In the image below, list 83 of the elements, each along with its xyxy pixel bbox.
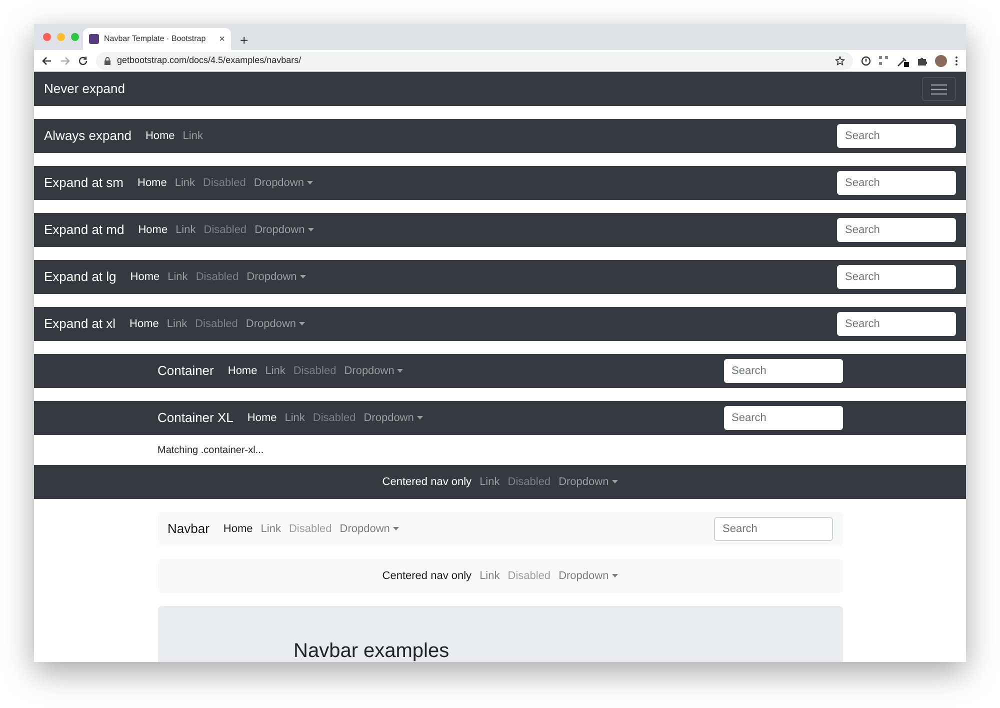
nav-link[interactable]: Link: [182, 128, 203, 144]
search-field[interactable]: Search: [837, 265, 956, 289]
search-field[interactable]: Search: [837, 218, 956, 242]
url-text: getbootstrap.com/docs/4.5/examples/navbars/: [117, 54, 302, 67]
caret-icon: [392, 527, 399, 531]
eyedropper-icon[interactable]: [897, 54, 909, 66]
caret-icon: [299, 322, 306, 326]
navbar-brand[interactable]: Expand at xl: [44, 314, 116, 334]
tab-title: Navbar Template · Bootstrap: [104, 33, 207, 45]
search-field[interactable]: Search: [724, 359, 842, 383]
dropdown-toggle[interactable]: Dropdown: [246, 316, 306, 332]
navbar-brand[interactable]: Container: [158, 361, 214, 381]
tab-close-button[interactable]: ×: [219, 32, 225, 46]
puzzle-piece-icon[interactable]: [917, 56, 927, 66]
caret-icon: [416, 416, 423, 420]
nav-link[interactable]: Link: [480, 568, 500, 584]
browser-tab[interactable]: Navbar Template · Bootstrap ×: [83, 28, 231, 50]
navbar-brand[interactable]: Never expand: [44, 79, 125, 99]
dropdown-toggle[interactable]: Dropdown: [246, 268, 306, 286]
lock-icon: [104, 56, 111, 64]
nav-link[interactable]: Home: [138, 174, 167, 192]
grid-icon[interactable]: [879, 56, 889, 66]
nav-link[interactable]: Link: [176, 222, 196, 238]
nav-link[interactable]: Home: [247, 410, 277, 426]
navbar-brand[interactable]: Navbar: [168, 519, 210, 539]
nav-link: Disabled: [508, 568, 551, 584]
address-bar[interactable]: getbootstrap.com/docs/4.5/examples/navbars/: [96, 52, 853, 70]
dropdown-toggle[interactable]: Dropdown: [558, 568, 618, 584]
nav-link[interactable]: Home: [223, 520, 253, 538]
body-text: Matching .container-xl...: [158, 444, 264, 458]
star-icon[interactable]: [835, 56, 845, 66]
nav-link[interactable]: Centered nav only: [382, 474, 472, 490]
nav-link[interactable]: Home: [130, 268, 160, 286]
nav-link: Disabled: [288, 522, 332, 537]
nav-link[interactable]: Link: [174, 174, 196, 192]
menu-icon[interactable]: [955, 56, 958, 66]
caret-icon: [397, 369, 404, 373]
dropdown-toggle[interactable]: Dropdown: [254, 174, 313, 192]
nav-link: Disabled: [293, 364, 336, 379]
nav-link[interactable]: Home: [145, 128, 175, 144]
navbar-brand[interactable]: Expand at lg: [44, 267, 116, 287]
nav-link[interactable]: Link: [166, 316, 188, 332]
nav-link[interactable]: Home: [138, 222, 168, 238]
navbar-brand[interactable]: Always expand: [44, 126, 132, 146]
search-field[interactable]: Search: [837, 312, 956, 336]
caret-icon: [306, 181, 313, 185]
dropdown-toggle[interactable]: Dropdown: [558, 474, 618, 490]
nav-link: Disabled: [196, 270, 239, 285]
caret-icon: [612, 574, 618, 578]
menu-icon: [931, 84, 947, 94]
caret-icon: [300, 275, 306, 279]
dropdown-toggle[interactable]: Dropdown: [364, 410, 423, 426]
page-heading: Navbar examples: [294, 640, 450, 662]
menu-toggle-button[interactable]: [922, 77, 956, 101]
nav-link: Disabled: [508, 474, 551, 490]
navbar-brand[interactable]: Container XL: [158, 408, 234, 428]
navbar-brand[interactable]: Expand at md: [44, 220, 124, 240]
dropdown-toggle[interactable]: Dropdown: [254, 222, 314, 238]
navbar-brand[interactable]: Expand at sm: [44, 173, 124, 193]
caret-icon: [308, 228, 314, 232]
search-field[interactable]: Search: [724, 406, 842, 430]
new-tab-button[interactable]: +: [240, 33, 248, 47]
nav-link: Disabled: [204, 222, 247, 238]
search-field[interactable]: Search: [837, 124, 956, 148]
search-field[interactable]: Search: [714, 517, 832, 541]
dropdown-toggle[interactable]: Dropdown: [344, 362, 404, 380]
info-circle-icon[interactable]: [861, 56, 871, 66]
search-field[interactable]: Search: [837, 171, 956, 195]
nav-link[interactable]: Link: [168, 268, 188, 286]
nav-link[interactable]: Link: [480, 474, 500, 490]
back-arrow-icon[interactable]: [42, 56, 52, 66]
nav-link: Disabled: [203, 176, 246, 191]
nav-link: Disabled: [312, 410, 356, 426]
dropdown-toggle[interactable]: Dropdown: [340, 520, 399, 538]
nav-link[interactable]: Home: [228, 362, 258, 380]
nav-link[interactable]: Centered nav only: [382, 568, 472, 584]
nav-link[interactable]: Link: [260, 520, 281, 538]
nav-link[interactable]: Link: [265, 362, 286, 380]
nav-link: Disabled: [195, 316, 238, 332]
nav-link[interactable]: Link: [284, 410, 305, 426]
nav-link[interactable]: Home: [130, 316, 159, 332]
caret-icon: [612, 480, 618, 484]
reload-icon[interactable]: [78, 56, 88, 66]
